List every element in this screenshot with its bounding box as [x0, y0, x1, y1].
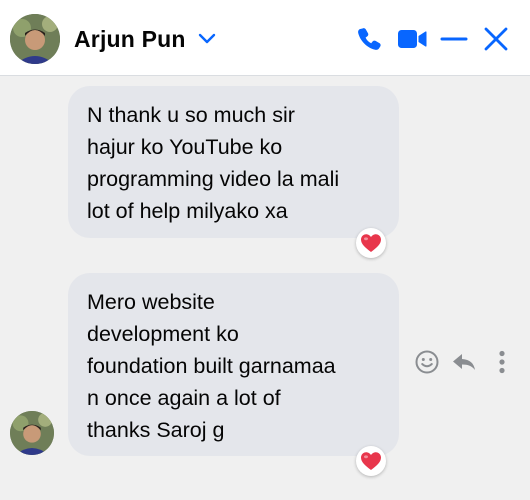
- heart-icon: [361, 452, 381, 470]
- reply-icon[interactable]: [450, 348, 478, 376]
- message-text-line: programming video la mali: [87, 167, 340, 191]
- message-text-line: hajur ko YouTube ko: [87, 135, 283, 159]
- message-text-line: lot of help milyako xa: [87, 199, 288, 223]
- message-text-line: foundation built garnamaa: [87, 354, 336, 378]
- minimize-icon[interactable]: [439, 24, 469, 54]
- contact-avatar[interactable]: [10, 14, 60, 64]
- heart-reaction[interactable]: [356, 228, 386, 258]
- video-camera-icon[interactable]: [396, 24, 428, 54]
- phone-icon[interactable]: [354, 24, 384, 54]
- chevron-down-icon: [198, 33, 215, 44]
- message-text-line: thanks Saroj g: [87, 418, 225, 442]
- message-bubble[interactable]: N thank u so much sir hajur ko YouTube k…: [68, 86, 399, 238]
- smiley-icon[interactable]: [413, 348, 441, 376]
- contact-name-dropdown[interactable]: Arjun Pun: [74, 24, 216, 54]
- message-text-line: n once again a lot of: [87, 386, 281, 410]
- more-options-icon[interactable]: [490, 348, 514, 376]
- contact-name: Arjun Pun: [74, 25, 186, 52]
- message-bubble[interactable]: Mero website development ko foundation b…: [68, 273, 399, 456]
- sender-avatar[interactable]: [10, 411, 54, 455]
- close-icon[interactable]: [481, 24, 511, 54]
- heart-reaction[interactable]: [356, 446, 386, 476]
- chat-header: Arjun Pun: [0, 0, 530, 76]
- message-text-line: N thank u so much sir: [87, 103, 295, 127]
- heart-icon: [361, 234, 381, 252]
- message-text-line: Mero website: [87, 290, 215, 314]
- message-text-line: development ko: [87, 322, 239, 346]
